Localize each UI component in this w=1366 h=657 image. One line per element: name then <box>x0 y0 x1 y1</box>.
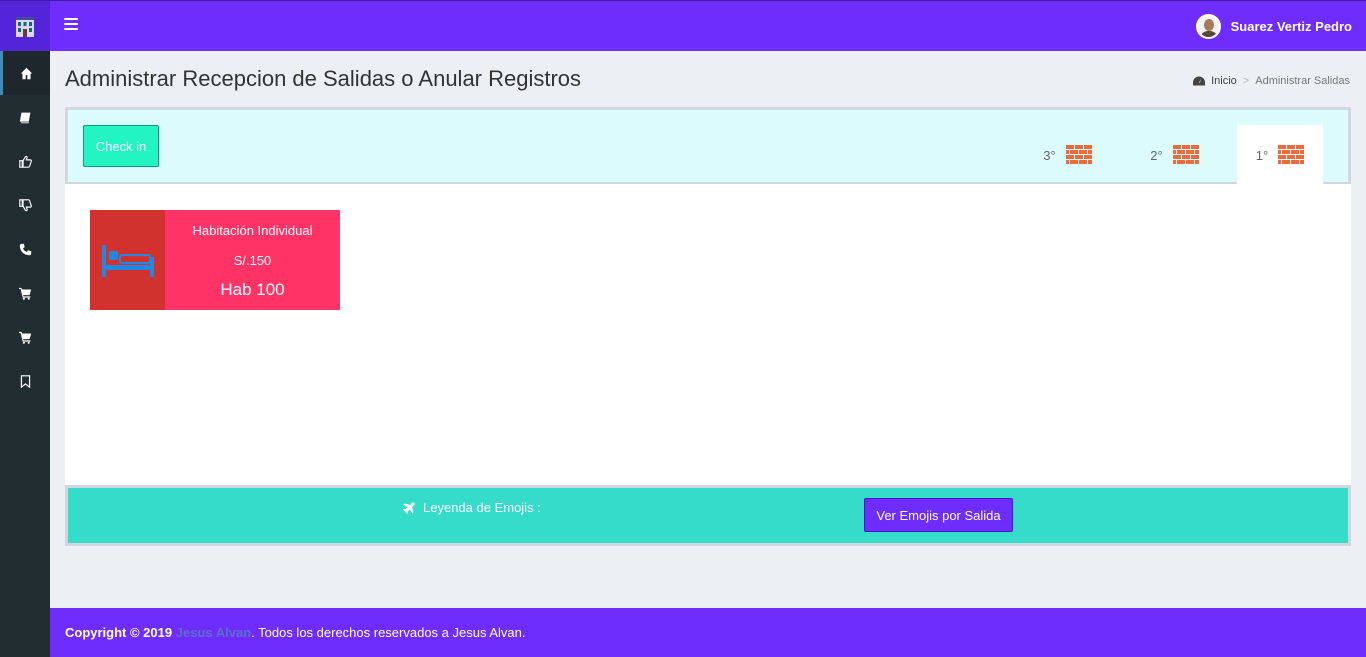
user-menu[interactable]: Suarez Vertiz Pedro <box>1195 14 1352 39</box>
sidebar-item-home[interactable] <box>0 51 50 95</box>
cart-icon <box>18 287 31 300</box>
brick-wall-icon <box>1278 145 1305 164</box>
sidebar-item-bookmark[interactable] <box>0 359 50 403</box>
floor-label: 1° <box>1255 147 1269 163</box>
sidebar-item-book[interactable] <box>0 95 50 139</box>
sidebar-item-phone[interactable] <box>0 227 50 271</box>
thumbs-down-icon <box>18 198 32 211</box>
hotel-building-icon <box>16 16 34 37</box>
breadcrumb-current: Administrar Salidas <box>1255 75 1350 87</box>
sidebar-toggle-button[interactable] <box>64 18 78 32</box>
footer-author-link[interactable]: Jesus Alvan <box>176 625 251 640</box>
app-logo[interactable] <box>0 1 50 52</box>
book-icon <box>19 112 30 123</box>
legend-box <box>65 485 1351 546</box>
room-card[interactable]: Habitación Individual S/.150 Hab 100 <box>90 210 340 310</box>
checkin-button[interactable]: Check in <box>83 125 159 167</box>
sidebar <box>0 51 50 657</box>
room-info: Habitación Individual S/.150 Hab 100 <box>165 210 340 310</box>
floor-label: 2° <box>1150 147 1163 163</box>
avatar <box>1195 14 1221 39</box>
footer-rights: . Todos los derechos reservados a Jesus … <box>251 625 526 640</box>
breadcrumb-separator: > <box>1242 75 1250 87</box>
thumbs-up-icon <box>18 155 32 168</box>
legend-text: Leyenda de Emojis : <box>423 500 541 515</box>
room-price: S/.150 <box>233 253 272 268</box>
sidebar-item-thumbs-down[interactable] <box>0 183 50 227</box>
cart-icon <box>18 331 31 344</box>
sidebar-item-cart[interactable] <box>0 271 50 315</box>
breadcrumb: Inicio > Administrar Salidas <box>1193 75 1350 87</box>
page-title: Administrar Recepcion de Salidas o Anula… <box>65 66 582 91</box>
dashboard-icon <box>1193 76 1206 86</box>
view-emojis-button[interactable]: Ver Emojis por Salida <box>864 498 1013 532</box>
footer-copyright: Copyright © 2019 <box>65 625 173 640</box>
user-name: Suarez Vertiz Pedro <box>1230 19 1352 34</box>
home-icon <box>20 67 33 79</box>
breadcrumb-home-link[interactable]: Inicio <box>1211 75 1237 87</box>
legend-label: Leyenda de Emojis : <box>403 500 541 515</box>
bed-icon <box>101 245 154 277</box>
tab-floor-1[interactable]: 1° <box>1237 125 1323 185</box>
top-header: Suarez Vertiz Pedro <box>0 0 1366 52</box>
room-icon-box <box>90 210 165 310</box>
phone-icon <box>19 243 31 255</box>
room-number: Hab 100 <box>220 280 285 299</box>
bookmark-icon <box>20 374 30 388</box>
brick-wall-icon <box>1065 145 1092 164</box>
tab-floor-2[interactable]: 2° <box>1132 125 1217 185</box>
brick-wall-icon <box>1172 145 1199 164</box>
floor-label: 3° <box>1043 147 1056 163</box>
sidebar-item-thumbs-up[interactable] <box>0 139 50 183</box>
sidebar-item-cart-2[interactable] <box>0 315 50 359</box>
tab-floor-3[interactable]: 3° <box>1025 125 1110 185</box>
footer: Copyright © 2019 Jesus Alvan. Todos los … <box>50 608 1366 657</box>
plane-icon <box>403 501 415 514</box>
room-type: Habitación Individual <box>192 223 313 238</box>
